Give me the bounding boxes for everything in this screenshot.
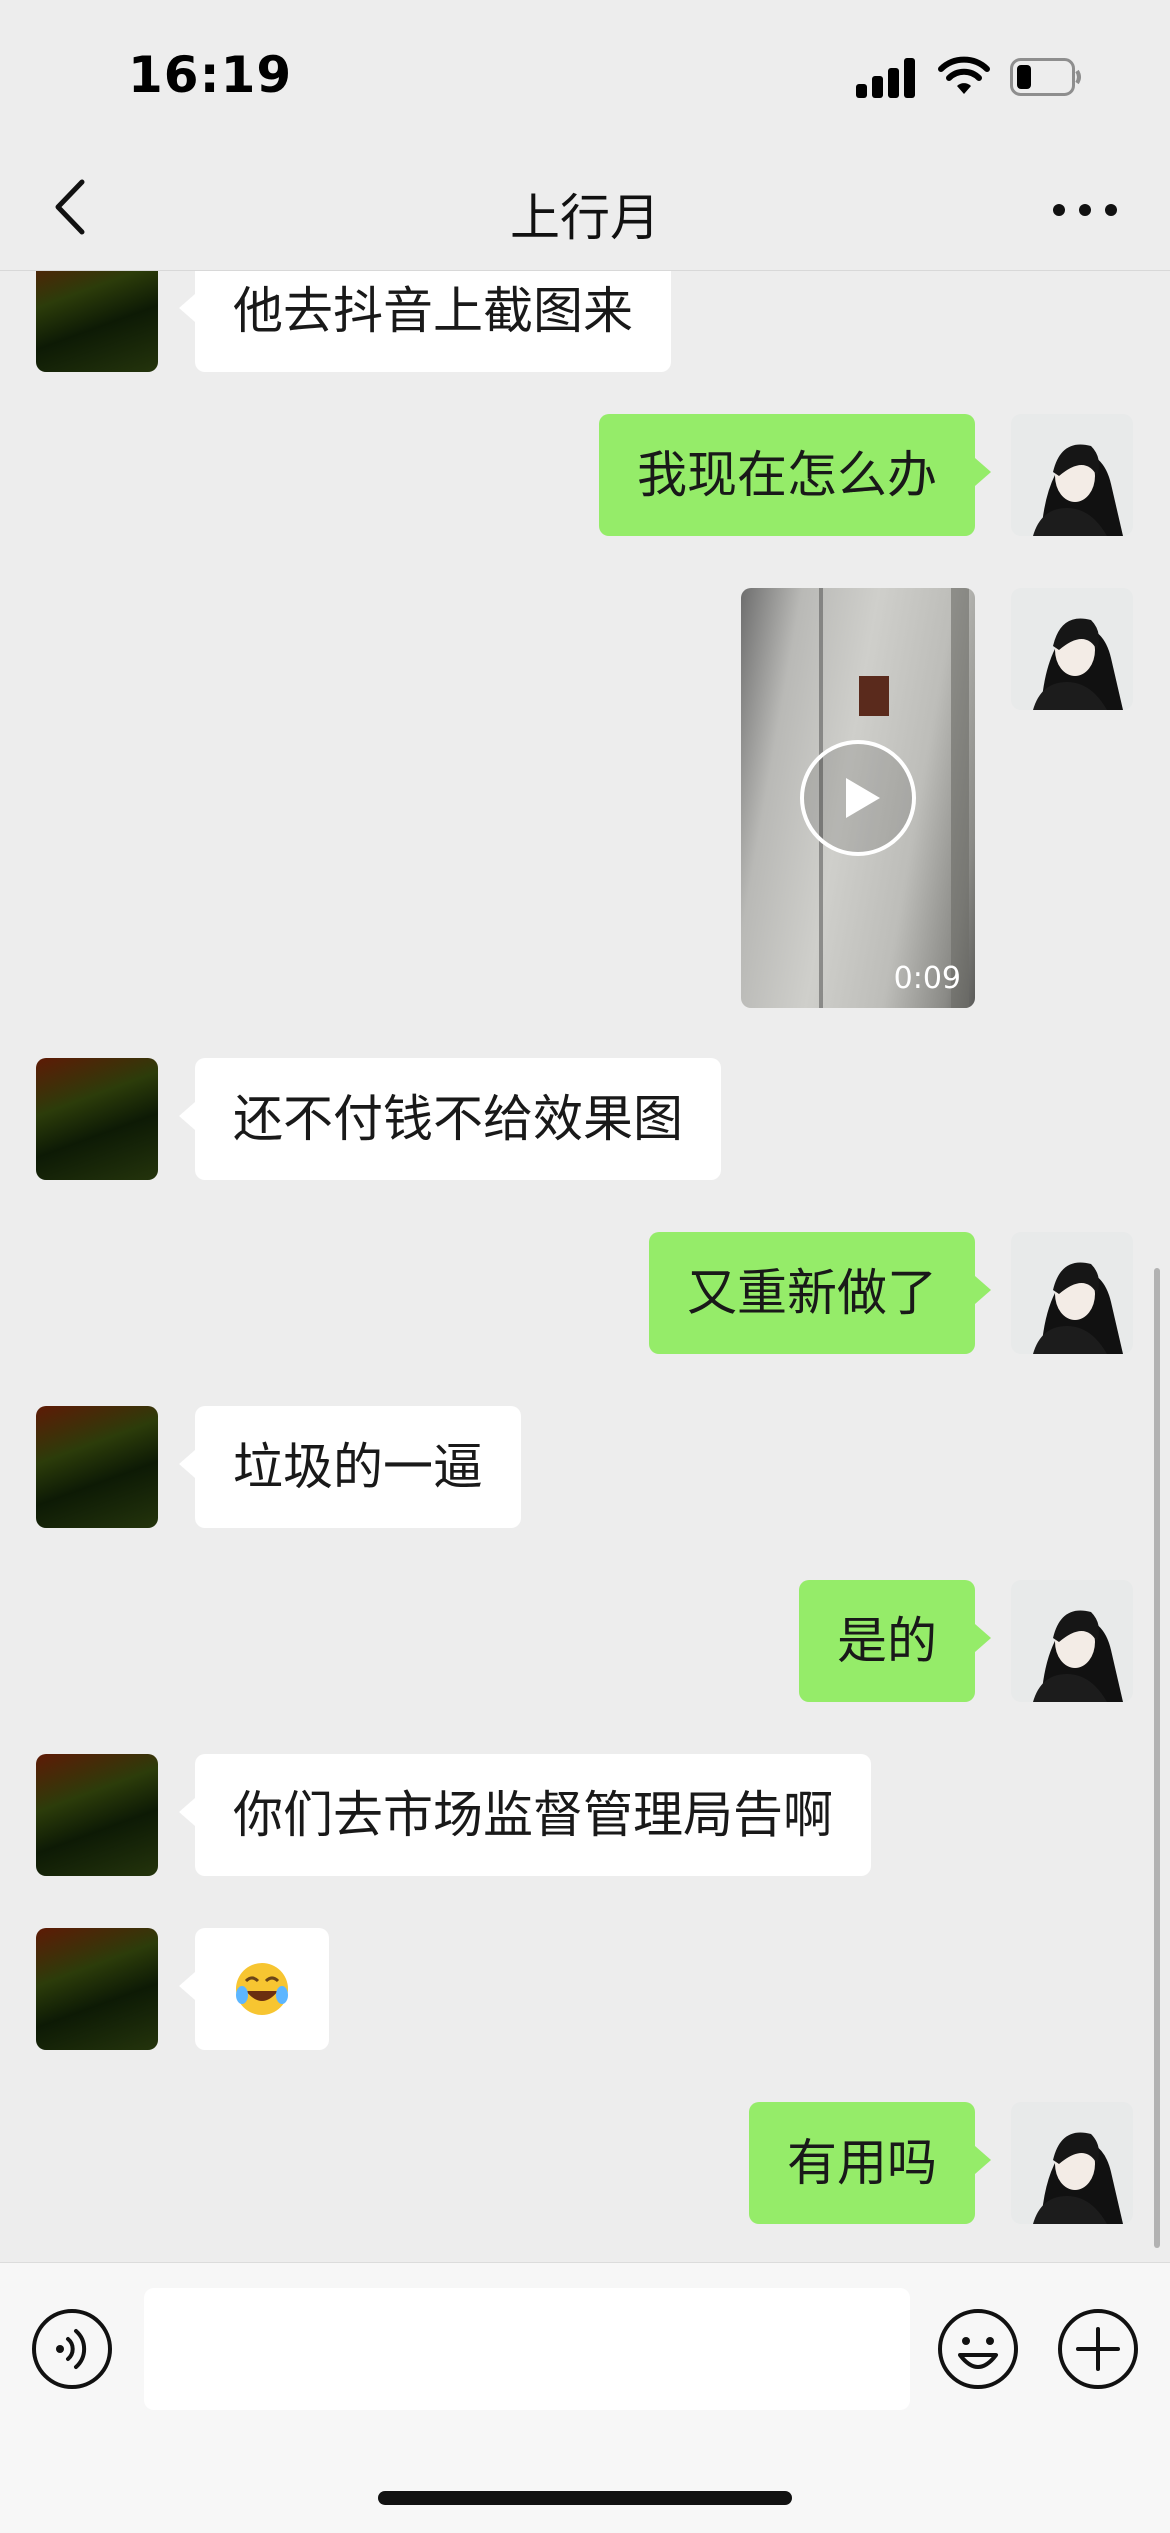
cellular-signal-icon (856, 58, 918, 98)
message-input[interactable] (144, 2288, 910, 2410)
sent-message[interactable]: 有用吗 (749, 2102, 991, 2224)
received-message[interactable]: 你们去市场监督管理局告啊 (179, 1754, 871, 1876)
status-time: 16:19 (128, 46, 293, 104)
chat-title: 上行月 (510, 189, 660, 247)
play-icon[interactable] (798, 738, 918, 858)
sent-message[interactable]: 我现在怎么办 (599, 414, 991, 536)
voice-icon[interactable] (30, 2307, 114, 2391)
chat-scrollbar[interactable] (1154, 1268, 1160, 2248)
my-avatar[interactable] (1011, 588, 1133, 710)
contact-avatar[interactable] (36, 1406, 158, 1528)
more-options-icon[interactable] (1045, 180, 1125, 240)
received-emoji-message[interactable] (179, 1928, 329, 2050)
video-message[interactable]: 0:09 (741, 588, 975, 1008)
received-message[interactable]: 还不付钱不给效果图 (179, 1058, 721, 1180)
chat-header: 上行月 (0, 150, 1170, 271)
contact-avatar[interactable] (36, 270, 158, 372)
wifi-icon (938, 56, 990, 94)
message-list[interactable]: 他去抖音上截图来 我现在怎么办 0:09 还不付钱不给效果图 又重新做了 垃圾的… (0, 270, 1170, 2262)
message-input-bar (0, 2262, 1170, 2533)
crying-laughing-emoji-icon (236, 1963, 288, 2015)
status-bar: 16:19 (0, 0, 1170, 150)
my-avatar[interactable] (1011, 1580, 1133, 1702)
contact-avatar[interactable] (36, 1928, 158, 2050)
contact-avatar[interactable] (36, 1058, 158, 1180)
contact-avatar[interactable] (36, 1754, 158, 1876)
received-message[interactable]: 他去抖音上截图来 (179, 270, 671, 372)
battery-icon (1010, 58, 1081, 96)
video-duration: 0:09 (893, 961, 961, 996)
my-avatar[interactable] (1011, 1232, 1133, 1354)
sent-message[interactable]: 是的 (799, 1580, 991, 1702)
emoji-icon[interactable] (936, 2307, 1020, 2391)
my-avatar[interactable] (1011, 414, 1133, 536)
plus-icon[interactable] (1056, 2307, 1140, 2391)
sent-message[interactable]: 又重新做了 (649, 1232, 991, 1354)
home-indicator (378, 2491, 792, 2505)
received-message[interactable]: 垃圾的一逼 (179, 1406, 521, 1528)
my-avatar[interactable] (1011, 2102, 1133, 2224)
